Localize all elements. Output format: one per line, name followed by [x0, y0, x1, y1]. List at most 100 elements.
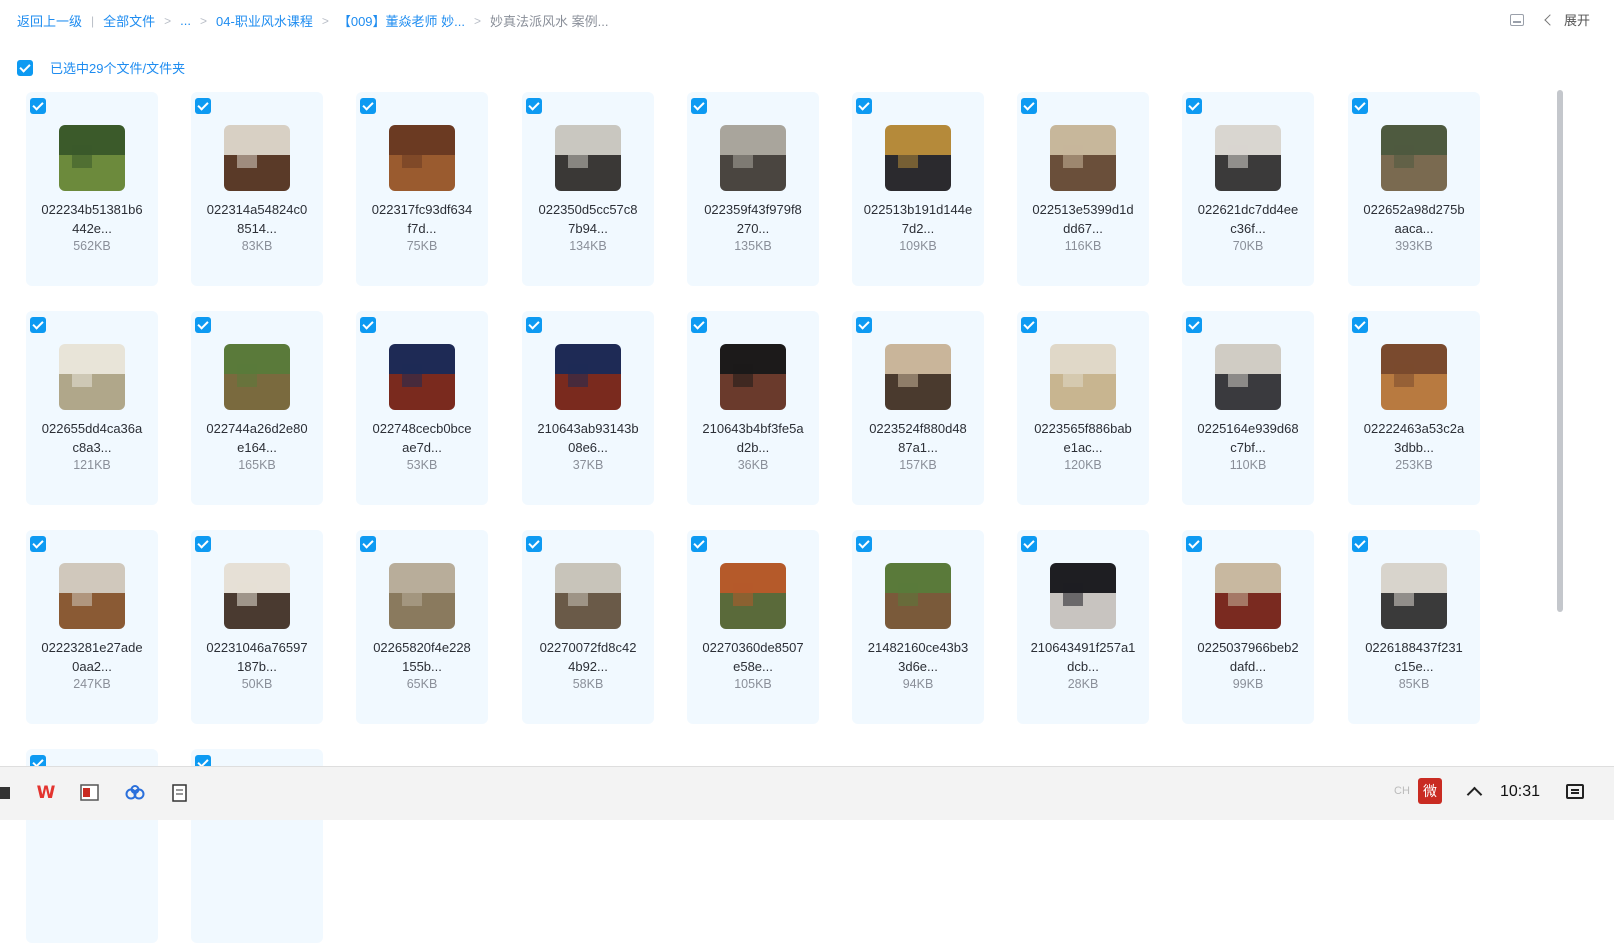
- file-card[interactable]: 022350d5cc57c8 7b94... 134KB: [522, 92, 654, 286]
- file-checkbox[interactable]: [526, 536, 542, 552]
- select-all-checkbox[interactable]: [17, 59, 33, 76]
- file-checkbox[interactable]: [856, 317, 872, 333]
- file-card[interactable]: 210643491f257a1 dcb... 28KB: [1017, 530, 1149, 724]
- file-checkbox[interactable]: [1352, 98, 1368, 114]
- file-card[interactable]: 022655dd4ca36a c8a3... 121KB: [26, 311, 158, 505]
- image-thumbnail[interactable]: [1381, 344, 1447, 410]
- file-checkbox[interactable]: [30, 317, 46, 333]
- file-checkbox[interactable]: [360, 98, 376, 114]
- notification-icon[interactable]: [1566, 784, 1584, 799]
- image-thumbnail[interactable]: [1215, 344, 1281, 410]
- image-thumbnail[interactable]: [1215, 125, 1281, 191]
- baidu-netdisk-icon[interactable]: [124, 782, 146, 804]
- file-card[interactable]: 022359f43f979f8 270... 135KB: [687, 92, 819, 286]
- file-checkbox[interactable]: [526, 317, 542, 333]
- file-card[interactable]: 022652a98d275b aaca... 393KB: [1348, 92, 1480, 286]
- notepad-icon[interactable]: [169, 782, 191, 804]
- image-thumbnail[interactable]: [1381, 563, 1447, 629]
- wps-icon[interactable]: W: [35, 782, 57, 804]
- file-checkbox[interactable]: [360, 317, 376, 333]
- file-card[interactable]: 022748cecb0bce ae7d... 53KB: [356, 311, 488, 505]
- file-card[interactable]: 21482160ce43b3 3d6e... 94KB: [852, 530, 984, 724]
- taskbar-clock[interactable]: 10:31: [1500, 783, 1540, 801]
- image-thumbnail[interactable]: [720, 125, 786, 191]
- image-thumbnail[interactable]: [885, 563, 951, 629]
- file-card[interactable]: 02222463a53c2a 3dbb... 253KB: [1348, 311, 1480, 505]
- file-card[interactable]: 0225164e939d68 c7bf... 110KB: [1182, 311, 1314, 505]
- file-checkbox[interactable]: [1021, 317, 1037, 333]
- file-checkbox[interactable]: [1021, 98, 1037, 114]
- file-checkbox[interactable]: [1352, 536, 1368, 552]
- image-thumbnail[interactable]: [1050, 344, 1116, 410]
- vertical-scrollbar[interactable]: [1557, 90, 1563, 612]
- file-checkbox[interactable]: [195, 536, 211, 552]
- ime-icon[interactable]: 微: [1418, 778, 1442, 804]
- expand-button[interactable]: 展开: [1544, 10, 1590, 29]
- file-card[interactable]: 02223281e27ade 0aa2... 247KB: [26, 530, 158, 724]
- image-thumbnail[interactable]: [1215, 563, 1281, 629]
- image-thumbnail[interactable]: [389, 344, 455, 410]
- file-card[interactable]: 210643ab93143b 08e6... 37KB: [522, 311, 654, 505]
- image-thumbnail[interactable]: [1050, 563, 1116, 629]
- file-card[interactable]: 0223565f886bab e1ac... 120KB: [1017, 311, 1149, 505]
- file-checkbox[interactable]: [1186, 317, 1202, 333]
- ime-language-label[interactable]: CH: [1394, 785, 1410, 797]
- image-thumbnail[interactable]: [720, 344, 786, 410]
- image-thumbnail[interactable]: [555, 344, 621, 410]
- image-thumbnail[interactable]: [1381, 125, 1447, 191]
- panel-toggle-icon[interactable]: [1509, 13, 1524, 26]
- file-card[interactable]: 210643b4bf3fe5a d2b... 36KB: [687, 311, 819, 505]
- image-thumbnail[interactable]: [885, 344, 951, 410]
- image-thumbnail[interactable]: [59, 563, 125, 629]
- file-card[interactable]: 022621dc7dd4ee c36f... 70KB: [1182, 92, 1314, 286]
- file-card[interactable]: 022234b51381b6 442e... 562KB: [26, 92, 158, 286]
- file-checkbox[interactable]: [856, 536, 872, 552]
- breadcrumb-level2[interactable]: 【009】董焱老师 妙...: [338, 11, 465, 30]
- file-checkbox[interactable]: [195, 98, 211, 114]
- image-thumbnail[interactable]: [224, 344, 290, 410]
- breadcrumb-ellipsis[interactable]: ...: [180, 13, 191, 28]
- image-thumbnail[interactable]: [389, 563, 455, 629]
- image-thumbnail[interactable]: [224, 125, 290, 191]
- file-checkbox[interactable]: [1186, 98, 1202, 114]
- file-checkbox[interactable]: [30, 536, 46, 552]
- file-card[interactable]: 02261884​37f231 c15e... 85KB: [1348, 530, 1480, 724]
- image-thumbnail[interactable]: [555, 563, 621, 629]
- file-card[interactable]: 02265820f4e228 155b... 65KB: [356, 530, 488, 724]
- file-card[interactable]: 022744a26d2e80 e164... 165KB: [191, 311, 323, 505]
- image-thumbnail[interactable]: [224, 563, 290, 629]
- image-thumbnail[interactable]: [59, 344, 125, 410]
- file-checkbox[interactable]: [691, 317, 707, 333]
- file-card[interactable]: 02231046a76597 187b... 50KB: [191, 530, 323, 724]
- file-checkbox[interactable]: [360, 536, 376, 552]
- file-card[interactable]: 022513e5399d1d dd67... 116KB: [1017, 92, 1149, 286]
- image-thumbnail[interactable]: [59, 125, 125, 191]
- file-checkbox[interactable]: [1352, 317, 1368, 333]
- image-thumbnail[interactable]: [720, 563, 786, 629]
- file-checkbox[interactable]: [691, 98, 707, 114]
- file-checkbox[interactable]: [526, 98, 542, 114]
- image-thumbnail[interactable]: [885, 125, 951, 191]
- file-checkbox[interactable]: [1021, 536, 1037, 552]
- image-thumbnail[interactable]: [555, 125, 621, 191]
- chevron-up-icon[interactable]: [1466, 786, 1483, 803]
- file-card[interactable]: 022314a54824c0 8514... 83KB: [191, 92, 323, 286]
- window-app-icon[interactable]: [79, 782, 101, 804]
- file-checkbox[interactable]: [195, 317, 211, 333]
- file-card[interactable]: 02270360de8507 e58e... 105KB: [687, 530, 819, 724]
- file-card[interactable]: 0225037966beb2 dafd... 99KB: [1182, 530, 1314, 724]
- file-card[interactable]: 022317fc93df634 f7d... 75KB: [356, 92, 488, 286]
- breadcrumb-all-files[interactable]: 全部文件: [103, 11, 155, 30]
- file-checkbox[interactable]: [1186, 536, 1202, 552]
- app-icon[interactable]: [0, 782, 16, 804]
- breadcrumb-level1[interactable]: 04-职业风水课程: [216, 11, 313, 30]
- file-card[interactable]: 0223524f880d48 87a1... 157KB: [852, 311, 984, 505]
- file-card[interactable]: 02270072fd8c42 4b92... 58KB: [522, 530, 654, 724]
- image-thumbnail[interactable]: [1050, 125, 1116, 191]
- file-card[interactable]: 022513b191d144e 7d2... 109KB: [852, 92, 984, 286]
- back-link[interactable]: 返回上一级: [17, 11, 82, 30]
- file-checkbox[interactable]: [30, 98, 46, 114]
- file-checkbox[interactable]: [691, 536, 707, 552]
- image-thumbnail[interactable]: [389, 125, 455, 191]
- file-checkbox[interactable]: [856, 98, 872, 114]
